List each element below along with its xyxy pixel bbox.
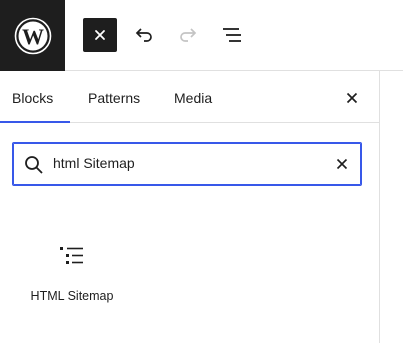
tab-media[interactable]: Media: [174, 71, 212, 123]
tab-patterns[interactable]: Patterns: [88, 71, 140, 123]
tab-blocks[interactable]: Blocks: [12, 71, 53, 123]
wordpress-logo-button[interactable]: W: [0, 0, 65, 71]
clear-search-button[interactable]: [331, 153, 353, 175]
block-result-label: HTML Sitemap: [30, 289, 114, 303]
document-overview-button[interactable]: [215, 18, 249, 52]
undo-button[interactable]: [127, 18, 161, 52]
active-tab-indicator: [0, 121, 70, 123]
block-search-box: [12, 142, 362, 186]
redo-button[interactable]: [171, 18, 205, 52]
redo-icon: [180, 28, 197, 42]
list-view-icon: [223, 28, 241, 42]
close-inserter-button[interactable]: [83, 18, 117, 52]
editor-toolbar: W: [0, 0, 403, 71]
sitemap-list-icon: [60, 247, 83, 264]
svg-text:W: W: [22, 24, 44, 49]
close-panel-button[interactable]: [341, 87, 363, 109]
inserter-tabs: Blocks Patterns Media: [0, 71, 380, 123]
wordpress-logo-icon: W: [14, 17, 51, 54]
close-icon: [95, 30, 105, 40]
block-result-html-sitemap[interactable]: HTML Sitemap: [20, 236, 124, 311]
undo-icon: [135, 28, 152, 42]
close-icon: [346, 92, 358, 104]
editor-app: W Blocks Patterns Media html Sitemap HTM…: [0, 0, 403, 343]
block-search-input[interactable]: [53, 143, 323, 184]
search-icon: [25, 156, 43, 174]
block-inserter-panel: Blocks Patterns Media html Sitemap HTML …: [0, 71, 380, 343]
close-icon: [336, 158, 348, 170]
